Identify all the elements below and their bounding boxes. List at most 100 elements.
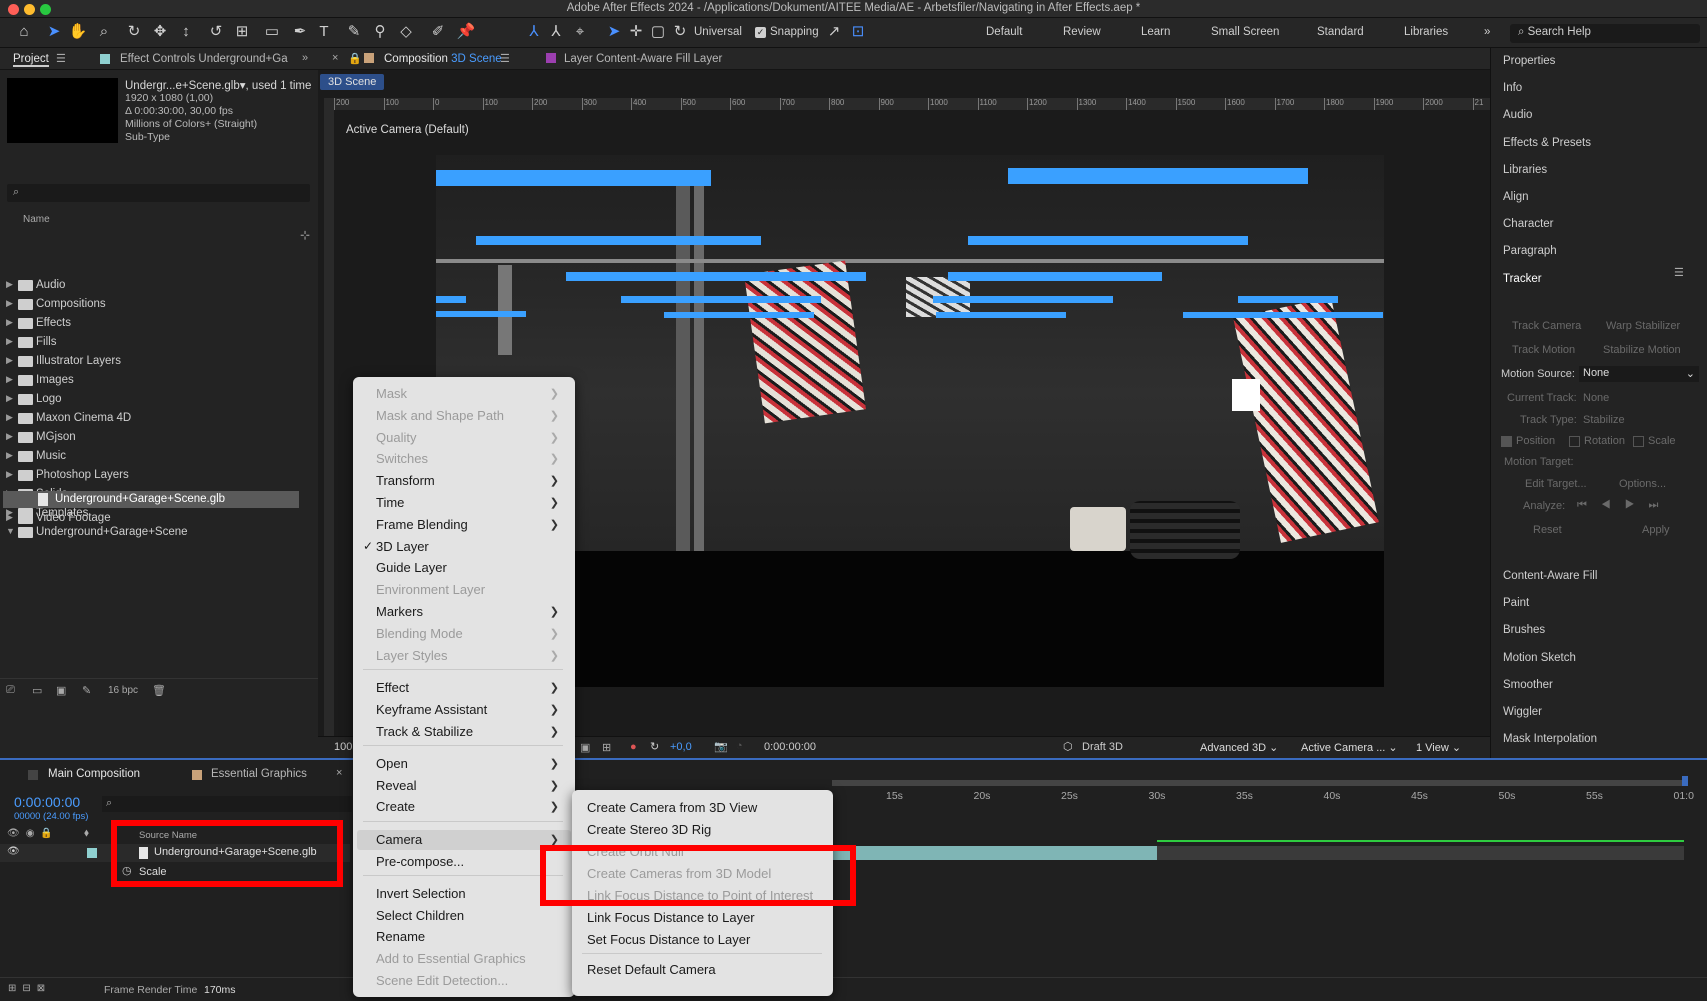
expand-arrow-icon[interactable]: ▶ (6, 412, 13, 423)
expand-arrow-icon[interactable]: ▶ (6, 298, 13, 309)
comp-panel-menu-icon[interactable]: ☰ (500, 52, 510, 65)
position-checkbox[interactable] (1501, 436, 1512, 447)
expand-arrow-icon[interactable]: ▶ (6, 450, 13, 461)
layer-duration-bar[interactable] (832, 846, 1157, 860)
panel-item-align[interactable]: Align (1503, 191, 1529, 203)
menu-item-transform[interactable]: Transform ❯ (357, 471, 571, 491)
current-track-value[interactable]: None (1583, 392, 1609, 404)
warp-stabilizer-button[interactable]: Warp Stabilizer (1606, 320, 1680, 332)
track-type-value[interactable]: Stabilize (1583, 414, 1625, 426)
fit-icon[interactable]: ▣ (580, 741, 590, 754)
reset-button[interactable]: Reset (1533, 524, 1562, 536)
universal-selection-icon[interactable]: ➤ (604, 22, 624, 42)
panel-item-info[interactable]: Info (1503, 82, 1522, 94)
folder-item[interactable]: ▶ Photoshop Layers (0, 467, 300, 485)
expand-arrow-icon[interactable]: ▶ (6, 469, 13, 480)
panel-item-smoother[interactable]: Smoother (1503, 679, 1553, 691)
panel-overflow-icon[interactable]: » (302, 52, 308, 64)
visibility-icon[interactable]: 👁 (7, 846, 20, 857)
tab-effect-controls[interactable]: Effect Controls Underground+Ga (120, 53, 288, 65)
tab-main-composition[interactable]: Main Composition (48, 768, 140, 780)
panel-item-paint[interactable]: Paint (1503, 597, 1529, 609)
rotate-gizmo-icon[interactable]: ↻ (670, 22, 690, 42)
folder-item[interactable]: ▶ Effects (0, 315, 300, 333)
zoom-tool-icon[interactable]: ⌕ (94, 22, 114, 42)
edit-target-button[interactable]: Edit Target... (1525, 478, 1587, 490)
stabilize-motion-button[interactable]: Stabilize Motion (1603, 344, 1681, 356)
layer-switch-icons[interactable]: 👁◉🔒 (7, 828, 59, 839)
panel-item-content-aware-fill[interactable]: Content-Aware Fill (1503, 570, 1597, 582)
renderer-dropdown[interactable]: Advanced 3D ⌄ (1200, 741, 1278, 754)
submenu-item-link-focus-distance-to-layer[interactable]: Link Focus Distance to Layer (576, 908, 829, 928)
menu-item-keyframe-assistant[interactable]: Keyframe Assistant ❯ (357, 700, 571, 720)
3d-world-axis-icon[interactable]: ⅄ (546, 22, 566, 42)
work-area-end-handle[interactable] (1682, 776, 1688, 786)
workspace-small-screen[interactable]: Small Screen (1211, 26, 1279, 38)
composition-viewport[interactable] (436, 155, 1384, 687)
menu-item-select-children[interactable]: Select Children (357, 906, 571, 926)
expand-arrow-icon[interactable]: ▶ (6, 355, 13, 366)
lock-icon[interactable]: 🔒 (348, 52, 362, 65)
scale-checkbox[interactable] (1633, 436, 1644, 447)
timeline-timecode[interactable]: 0:00:00:00 (14, 794, 80, 810)
track-motion-button[interactable]: Track Motion (1512, 344, 1575, 356)
tracker-menu-icon[interactable]: ☰ (1674, 266, 1684, 279)
move-gizmo-icon[interactable]: ✛ (626, 22, 646, 42)
folder-item[interactable]: ▶ MGjson (0, 429, 300, 447)
folder-item[interactable]: ▶ Images (0, 372, 300, 390)
rotation-checkbox[interactable] (1569, 436, 1580, 447)
new-folder-icon[interactable]: ▭ (32, 684, 42, 697)
folder-item[interactable]: ▶ Compositions (0, 296, 300, 314)
tab-essential-graphics[interactable]: Essential Graphics (211, 768, 307, 780)
submenu-item-create-stereo-3d-rig[interactable]: Create Stereo 3D Rig (576, 820, 829, 840)
panel-item-character[interactable]: Character (1503, 218, 1554, 230)
selected-file-row[interactable]: Underground+Garage+Scene.glb (3, 491, 299, 508)
exposure-value[interactable]: +0,0 (670, 741, 692, 753)
panel-item-paragraph[interactable]: Paragraph (1503, 245, 1557, 257)
apply-button[interactable]: Apply (1642, 524, 1670, 536)
timeline-search-input[interactable]: ⌕ (102, 796, 352, 812)
expand-arrow-icon[interactable]: ▶ (6, 279, 13, 290)
options-button[interactable]: Options... (1619, 478, 1666, 490)
eraser-tool-icon[interactable]: ◇ (396, 22, 416, 42)
orbit-tool-icon[interactable]: ↻ (124, 22, 144, 42)
search-help-input[interactable]: ⌕ Search Help (1510, 24, 1700, 43)
comp-flowchart-icon[interactable]: ⊞⊟⊠ (8, 983, 51, 994)
camera-dropdown[interactable]: Active Camera ... ⌄ (1301, 741, 1398, 754)
panel-item-mask-interpolation[interactable]: Mask Interpolation (1503, 733, 1597, 745)
view-layout-dropdown[interactable]: 1 View ⌄ (1416, 741, 1461, 754)
menu-item-track-stabilize[interactable]: Track & Stabilize ❯ (357, 722, 571, 742)
clone-stamp-tool-icon[interactable]: ⚲ (370, 22, 390, 42)
work-area-bar[interactable] (832, 780, 1684, 786)
3d-axis-icon[interactable]: ⅄ (524, 22, 544, 42)
channel-icon[interactable]: ● (630, 741, 637, 753)
submenu-item-reset-default-camera[interactable]: Reset Default Camera (576, 960, 829, 980)
expand-arrow-icon[interactable]: ▶ (6, 374, 13, 385)
snap-options-icon[interactable]: ↗ (824, 22, 844, 42)
home-icon[interactable]: ⌂ (14, 22, 34, 42)
panel-menu-icon[interactable]: ☰ (56, 52, 66, 65)
analyze-controls[interactable]: ⏮◀▶⏭ (1577, 499, 1672, 512)
menu-item-frame-blending[interactable]: Frame Blending ❯ (357, 515, 571, 535)
new-composition-icon[interactable]: ▣ (56, 684, 66, 697)
rectangle-tool-icon[interactable]: ▭ (262, 22, 282, 42)
snapping-label[interactable]: Snapping (770, 26, 819, 38)
panel-item-tracker[interactable]: Tracker (1503, 273, 1542, 285)
show-snapshot-icon[interactable]: ◔ (736, 740, 743, 752)
menu-item-rename[interactable]: Rename (357, 927, 571, 947)
selection-tool-icon[interactable]: ➤ (44, 22, 64, 42)
expand-arrow-icon[interactable]: ▶ (6, 336, 13, 347)
expand-arrow-icon[interactable]: ▶ (6, 317, 13, 328)
grid-icon[interactable]: ⊞ (602, 741, 611, 754)
dolly-tool-icon[interactable]: ↕ (176, 22, 196, 42)
menu-item-effect[interactable]: Effect ❯ (357, 678, 571, 698)
workspace-learn[interactable]: Learn (1141, 26, 1170, 38)
pan-tool-icon[interactable]: ✥ (150, 22, 170, 42)
menu-item-create[interactable]: Create ❯ (357, 797, 571, 817)
expand-arrow-icon[interactable]: ▶ (6, 393, 13, 404)
draft-3d-icon[interactable]: ⬡ (1063, 740, 1073, 753)
panel-item-audio[interactable]: Audio (1503, 109, 1532, 121)
menu-item-pre-compose[interactable]: Pre-compose... (357, 852, 571, 872)
puppet-pin-tool-icon[interactable]: 📌 (456, 22, 476, 42)
workspace-default[interactable]: Default (986, 26, 1022, 38)
